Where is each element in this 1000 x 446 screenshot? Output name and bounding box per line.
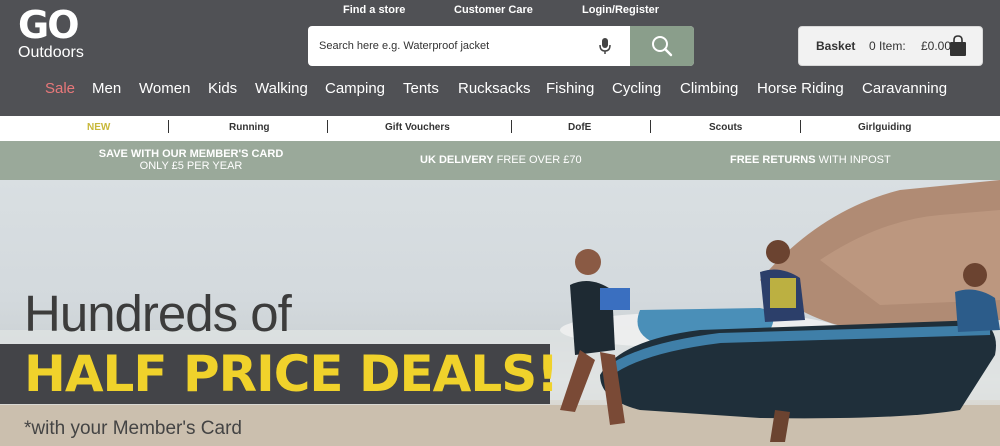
nav-item-fishing[interactable]: Fishing	[546, 80, 594, 97]
nav-item-rucksacks[interactable]: Rucksacks	[458, 80, 531, 97]
search-bar	[308, 26, 694, 66]
shopping-bag-icon	[950, 35, 966, 56]
nav-item-camping[interactable]: Camping	[325, 80, 385, 97]
delivery-bold: UK DELIVERY	[420, 154, 494, 166]
nav-item-horse-riding[interactable]: Horse Riding	[757, 80, 844, 97]
main-nav: Sale Men Women Kids Walking Camping Tent…	[0, 80, 1000, 100]
nav-item-tents[interactable]: Tents	[403, 80, 439, 97]
hero-footnote: *with your Member's Card	[24, 418, 242, 439]
subnav-item-gift-vouchers[interactable]: Gift Vouchers	[385, 122, 450, 133]
subnav-item-scouts[interactable]: Scouts	[709, 122, 742, 133]
delivery-promo[interactable]: UK DELIVERY FREE OVER £70	[420, 154, 582, 166]
subnav-divider	[800, 120, 801, 133]
search-input[interactable]	[308, 26, 608, 66]
returns-promo[interactable]: FREE RETURNS WITH INPOST	[730, 154, 891, 166]
customer-care-link[interactable]: Customer Care	[454, 4, 533, 16]
subnav-item-girlguiding[interactable]: Girlguiding	[858, 122, 911, 133]
subnav-divider	[168, 120, 169, 133]
half-price-text: HALF PRICE DEALS!	[24, 345, 559, 403]
nav-item-sale[interactable]: Sale	[45, 80, 75, 97]
nav-item-cycling[interactable]: Cycling	[612, 80, 661, 97]
find-store-link[interactable]: Find a store	[343, 4, 405, 16]
search-button[interactable]	[630, 26, 694, 66]
members-card-promo[interactable]: SAVE WITH OUR MEMBER'S CARD ONLY £5 PER …	[96, 148, 286, 172]
members-card-line1: SAVE WITH OUR MEMBER'S CARD	[98, 148, 284, 160]
hero-headline: Hundreds of	[24, 285, 292, 342]
returns-bold: FREE RETURNS	[730, 154, 816, 166]
sub-nav: NEW Running Gift Vouchers DofE Scouts Gi…	[0, 116, 1000, 141]
basket-label: Basket	[816, 39, 856, 53]
subnav-item-dofe[interactable]: DofE	[568, 122, 591, 133]
nav-item-caravanning[interactable]: Caravanning	[862, 80, 947, 97]
promo-bar: SAVE WITH OUR MEMBER'S CARD ONLY £5 PER …	[0, 141, 1000, 180]
logo-subtitle: Outdoors	[18, 44, 84, 61]
basket-button[interactable]: Basket 0 Item: £0.00	[798, 26, 983, 66]
hero-banner[interactable]: Hundreds of HALF PRICE DEALS! *with your…	[0, 180, 1000, 446]
microphone-icon[interactable]	[598, 37, 612, 55]
search-icon	[652, 36, 673, 57]
nav-item-women[interactable]: Women	[139, 80, 190, 97]
login-register-link[interactable]: Login/Register	[582, 4, 659, 16]
subnav-divider	[650, 120, 651, 133]
nav-item-climbing[interactable]: Climbing	[680, 80, 738, 97]
nav-item-men[interactable]: Men	[92, 80, 121, 97]
basket-total: £0.00	[921, 39, 952, 53]
site-header: GO Outdoors Find a store Customer Care L…	[0, 0, 1000, 116]
delivery-rest: FREE OVER £70	[493, 154, 582, 166]
top-links: Find a store Customer Care Login/Registe…	[0, 4, 1000, 18]
subnav-divider	[511, 120, 512, 133]
subnav-divider	[327, 120, 328, 133]
returns-rest: WITH INPOST	[815, 154, 891, 166]
half-price-banner: HALF PRICE DEALS!	[0, 344, 559, 404]
basket-item-count: 0 Item:	[869, 39, 906, 53]
subnav-item-running[interactable]: Running	[229, 122, 270, 133]
nav-item-kids[interactable]: Kids	[208, 80, 237, 97]
members-card-line2: ONLY £5 PER YEAR	[139, 160, 243, 172]
nav-item-walking[interactable]: Walking	[255, 80, 308, 97]
subnav-item-new[interactable]: NEW	[87, 122, 110, 133]
